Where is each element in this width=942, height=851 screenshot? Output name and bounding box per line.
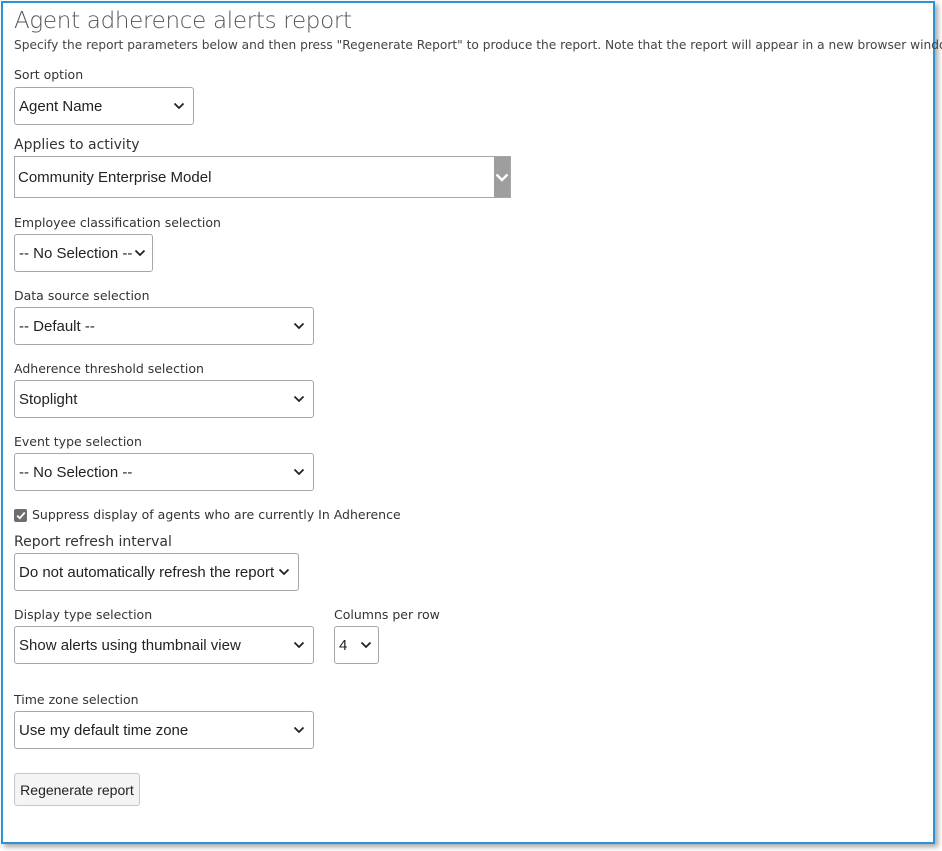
regenerate-report-button[interactable]: Regenerate report (14, 773, 140, 806)
chevron-down-icon (293, 466, 305, 478)
time-zone-select[interactable]: Use my default time zone (14, 711, 314, 749)
refresh-interval-value: Do not automatically refresh the report (19, 563, 275, 581)
adherence-threshold-label: Adherence threshold selection (14, 361, 204, 376)
check-icon (16, 511, 25, 520)
chevron-down-icon (293, 320, 305, 332)
chevron-down-icon (293, 724, 305, 736)
activity-label: Applies to activity (14, 137, 140, 153)
data-source-select[interactable]: -- Default -- (14, 307, 314, 345)
suppress-in-adherence-label[interactable]: Suppress display of agents who are curre… (32, 507, 401, 522)
activity-select[interactable]: Community Enterprise Model (14, 156, 511, 198)
suppress-in-adherence-checkbox[interactable] (14, 509, 27, 522)
sort-option-value: Agent Name (19, 97, 103, 115)
adherence-threshold-value: Stoplight (19, 390, 78, 408)
page-title: Agent adherence alerts report (14, 8, 352, 34)
columns-per-row-label: Columns per row (334, 607, 440, 622)
employee-classification-value: -- No Selection -- (19, 244, 133, 262)
activity-value: Community Enterprise Model (18, 168, 212, 186)
columns-per-row-select[interactable]: 4 (334, 626, 379, 664)
adherence-threshold-select[interactable]: Stoplight (14, 380, 314, 418)
chevron-down-icon (134, 247, 146, 259)
sort-option-label: Sort option (14, 67, 84, 82)
refresh-interval-select[interactable]: Do not automatically refresh the report (14, 553, 299, 591)
display-type-label: Display type selection (14, 607, 153, 622)
event-type-label: Event type selection (14, 434, 142, 449)
time-zone-label: Time zone selection (14, 692, 139, 707)
event-type-value: -- No Selection -- (19, 463, 133, 481)
chevron-down-icon (293, 393, 305, 405)
event-type-select[interactable]: -- No Selection -- (14, 453, 314, 491)
chevron-down-icon (494, 157, 510, 197)
employee-classification-label: Employee classification selection (14, 215, 221, 230)
chevron-down-icon (293, 639, 305, 651)
employee-classification-select[interactable]: -- No Selection -- (14, 234, 153, 272)
time-zone-value: Use my default time zone (19, 721, 189, 739)
display-type-value: Show alerts using thumbnail view (19, 636, 241, 654)
data-source-value: -- Default -- (19, 317, 95, 335)
chevron-down-icon (173, 100, 185, 112)
sort-option-select[interactable]: Agent Name (14, 87, 194, 125)
chevron-down-icon (360, 639, 372, 651)
display-type-select[interactable]: Show alerts using thumbnail view (14, 626, 314, 664)
data-source-label: Data source selection (14, 288, 150, 303)
page-description: Specify the report parameters below and … (14, 38, 942, 52)
report-panel: Agent adherence alerts report Specify th… (1, 1, 942, 844)
chevron-down-icon (278, 566, 290, 578)
refresh-interval-label: Report refresh interval (14, 534, 172, 550)
columns-per-row-value: 4 (339, 636, 348, 654)
